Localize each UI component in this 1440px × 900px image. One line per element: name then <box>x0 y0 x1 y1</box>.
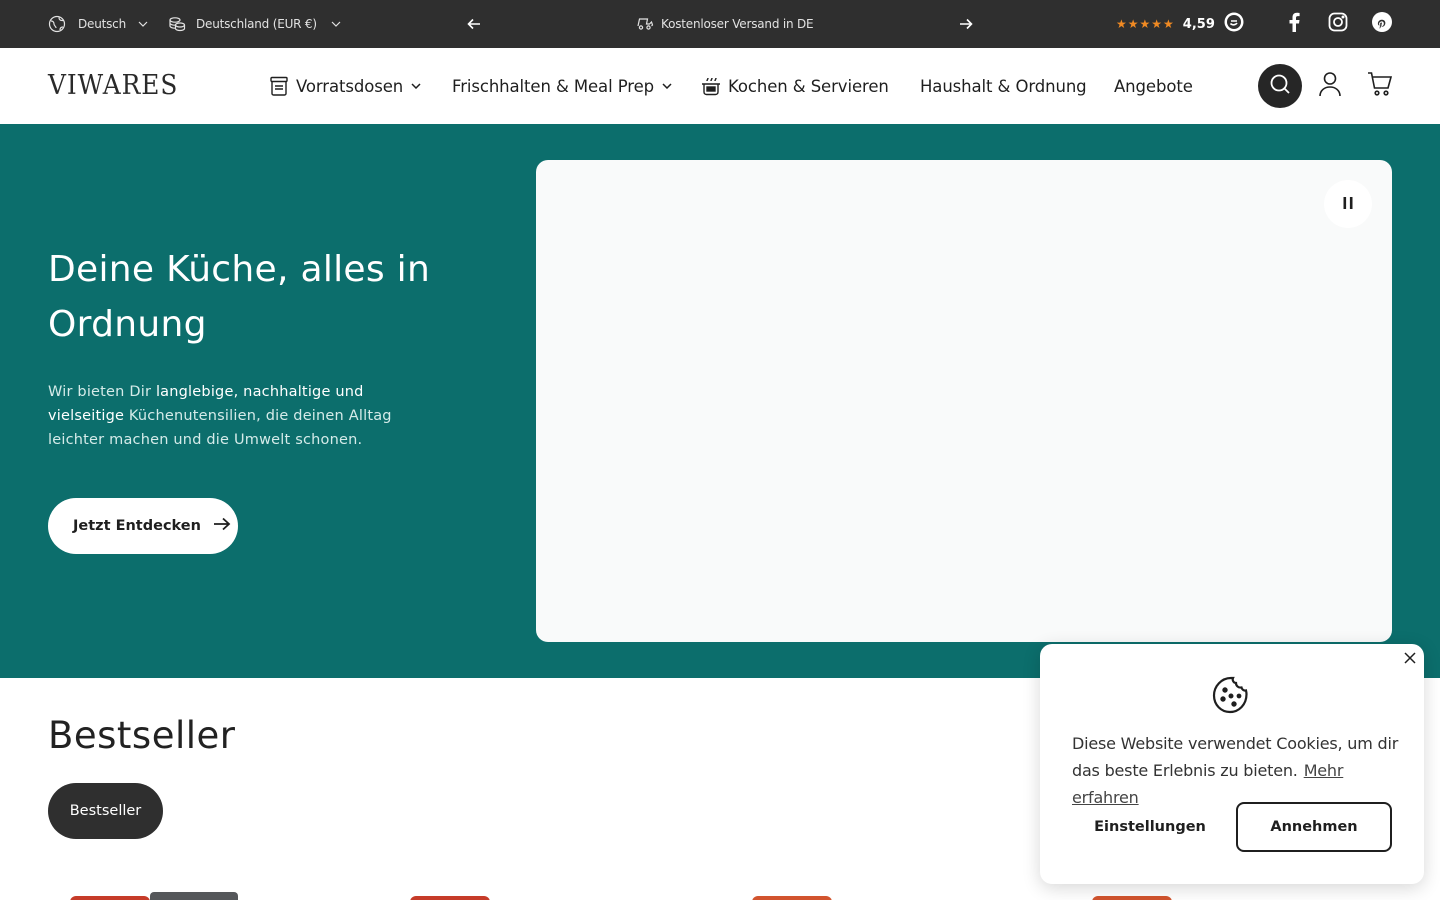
cookie-accept-button[interactable]: Annehmen <box>1236 802 1392 852</box>
instagram-icon <box>1328 12 1348 36</box>
cookie-text: Diese Website verwendet Cookies, um dir … <box>1072 734 1399 780</box>
nav-label: Vorratsdosen <box>296 76 404 96</box>
close-icon <box>1404 649 1416 668</box>
country-label: Deutschland (EUR €) <box>196 17 317 31</box>
nav-item-vorratsdosen[interactable]: Vorratsdosen <box>268 48 421 124</box>
announcement-bar: Deutsch Deutschland (EUR €) Kostenloser … <box>0 0 1440 48</box>
hero-text-part: Wir bieten Dir <box>48 384 156 400</box>
nav-label: Kochen & Servieren <box>728 76 889 96</box>
account-button[interactable] <box>1316 72 1344 100</box>
cart-button[interactable] <box>1366 72 1394 100</box>
country-selector[interactable]: Deutschland (EUR €) <box>168 0 341 48</box>
product-badge <box>1092 896 1172 900</box>
instagram-link[interactable] <box>1327 12 1349 36</box>
search-button[interactable] <box>1258 64 1302 108</box>
chevron-down-icon <box>411 83 421 89</box>
nav-label: Frischhalten & Meal Prep <box>452 76 655 96</box>
product-badge <box>752 896 832 900</box>
nav-item-angebote[interactable]: Angebote <box>1114 48 1193 124</box>
nav-label: Haushalt & Ordnung <box>920 76 1087 96</box>
site-logo[interactable]: VIWARES <box>48 70 178 101</box>
hero-description: Wir bieten Dir langlebige, nachhaltige u… <box>48 380 428 452</box>
facebook-icon <box>1288 12 1300 36</box>
bestseller-title: Bestseller <box>48 714 236 757</box>
pause-button[interactable] <box>1324 180 1372 228</box>
chevron-down-icon <box>662 83 672 89</box>
truck-icon <box>636 15 654 34</box>
pinterest-link[interactable] <box>1371 12 1393 36</box>
product-badge <box>410 896 490 900</box>
cookie-consent-dialog: Diese Website verwendet Cookies, um dir … <box>1040 644 1424 884</box>
cookie-settings-button[interactable]: Einstellungen <box>1072 802 1228 852</box>
hero-section: Deine Küche, alles in Ordnung Wir bieten… <box>0 124 1440 678</box>
chevron-down-icon <box>138 21 148 27</box>
account-icon <box>1318 71 1342 101</box>
tab-bestseller[interactable]: Bestseller <box>48 783 163 839</box>
close-button[interactable] <box>1402 650 1418 666</box>
cooking-pot-icon <box>700 75 722 97</box>
trusted-shops-icon <box>1224 12 1244 36</box>
language-selector[interactable]: Deutsch <box>48 0 148 48</box>
nav-item-frischhalten[interactable]: Frischhalten & Meal Prep <box>452 48 672 124</box>
nav-label: Angebote <box>1114 76 1193 96</box>
arrow-right-icon <box>959 15 973 34</box>
currency-icon <box>168 15 186 33</box>
cookie-icon <box>1210 674 1254 718</box>
cart-icon <box>1367 71 1393 101</box>
announcement-prev-button[interactable] <box>464 14 484 34</box>
arrow-left-icon <box>467 15 481 34</box>
storage-jar-icon <box>268 75 290 97</box>
nav-item-kochen[interactable]: Kochen & Servieren <box>700 48 889 124</box>
cta-label: Jetzt Entdecken <box>73 518 201 534</box>
pinterest-icon <box>1372 12 1392 36</box>
language-label: Deutsch <box>78 17 126 31</box>
globe-icon <box>48 15 66 33</box>
search-icon <box>1269 73 1291 99</box>
nav-item-haushalt[interactable]: Haushalt & Ordnung <box>920 48 1087 124</box>
pause-icon <box>1342 195 1354 214</box>
site-header: VIWARES Vorratsdosen Frischhalten & Meal… <box>0 48 1440 124</box>
trusted-shops-rating[interactable]: ★★★★★ 4,59 <box>1116 0 1244 48</box>
announcement-next-button[interactable] <box>956 14 976 34</box>
announcement-text: Kostenloser Versand in DE <box>661 17 814 31</box>
announcement-message: Kostenloser Versand in DE <box>636 0 814 48</box>
product-image[interactable] <box>150 892 238 900</box>
rating-value: 4,59 <box>1182 16 1215 32</box>
discover-button[interactable]: Jetzt Entdecken <box>48 498 238 554</box>
product-badge <box>70 896 150 900</box>
hero-media <box>536 160 1392 642</box>
arrow-right-icon <box>201 517 231 535</box>
rating-stars: ★★★★★ <box>1116 17 1175 31</box>
chevron-down-icon <box>331 21 341 27</box>
facebook-link[interactable] <box>1283 12 1305 36</box>
cookie-message: Diese Website verwendet Cookies, um dir … <box>1072 730 1402 811</box>
hero-title: Deine Küche, alles in Ordnung <box>48 249 431 345</box>
